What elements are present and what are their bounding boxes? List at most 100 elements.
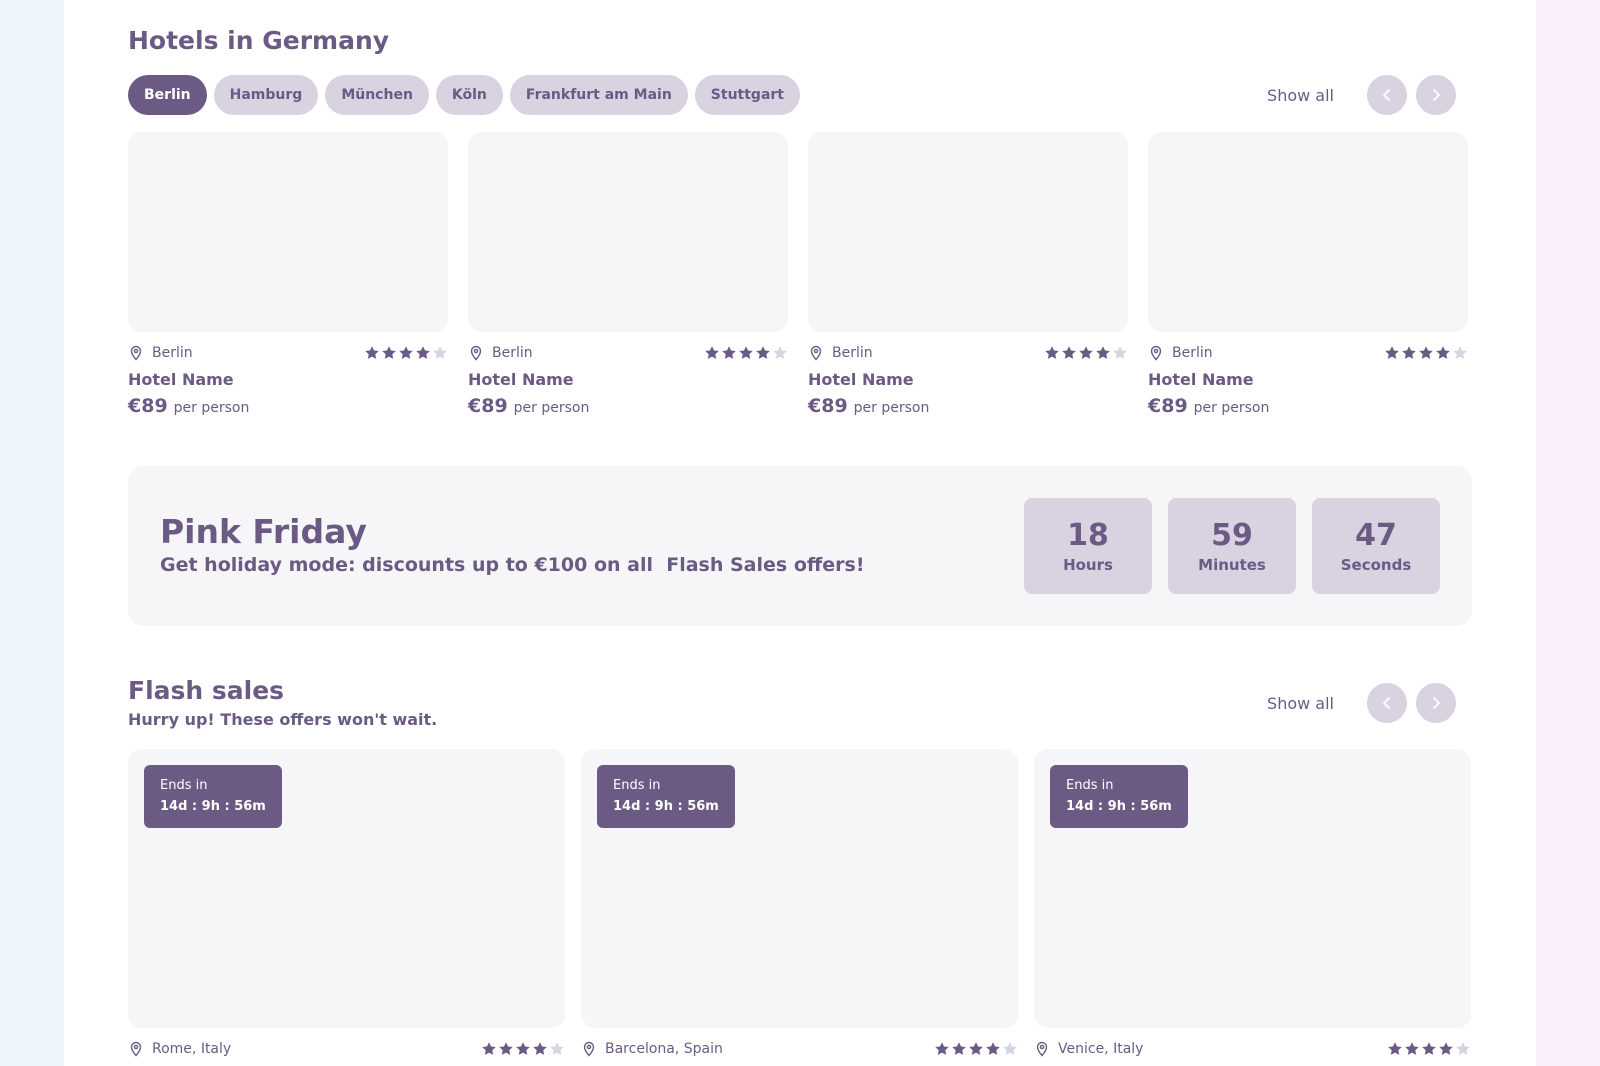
star-icon bbox=[969, 1042, 983, 1055]
ends-in-label: Ends in bbox=[160, 778, 208, 793]
flash-prev-button[interactable] bbox=[1367, 683, 1407, 723]
price-unit: per person bbox=[513, 400, 590, 416]
chevron-left-icon bbox=[1383, 697, 1390, 709]
star-icon bbox=[365, 346, 379, 359]
star-icon bbox=[1453, 346, 1467, 359]
star-rating bbox=[704, 345, 788, 361]
page: Hotels in Germany Berlin Hamburg München… bbox=[64, 0, 1536, 1066]
ends-in-time: 14d : 9h : 56m bbox=[613, 799, 719, 815]
flash-card[interactable]: Ends in 14d : 9h : 56m Rome, Italy bbox=[128, 749, 565, 1058]
star-icon bbox=[399, 346, 413, 359]
chevron-left-icon bbox=[1383, 89, 1390, 101]
hotel-card[interactable]: Berlin Hotel Name €89 per person bbox=[1148, 132, 1468, 417]
star-rating bbox=[481, 1041, 565, 1057]
flash-next-button[interactable] bbox=[1416, 683, 1456, 723]
city-chip-frankfurt[interactable]: Frankfurt am Main bbox=[509, 75, 688, 115]
hotel-card-list: Berlin Hotel Name €89 per person Berlin … bbox=[128, 132, 1468, 417]
location-pin-icon bbox=[810, 345, 822, 361]
star-icon bbox=[516, 1042, 530, 1055]
hotel-name: Hotel Name bbox=[808, 370, 914, 389]
hotels-prev-button[interactable] bbox=[1367, 75, 1407, 115]
star-icon bbox=[1096, 346, 1110, 359]
star-icon bbox=[1045, 346, 1059, 359]
promo-countdown: 18 Hours 59 Minutes 47 Seconds bbox=[1024, 498, 1440, 594]
star-icon bbox=[416, 346, 430, 359]
flash-card[interactable]: Ends in 14d : 9h : 56m Venice, Italy bbox=[1034, 749, 1471, 1058]
location-pin-icon bbox=[1150, 345, 1162, 361]
city-chip-berlin[interactable]: Berlin bbox=[128, 75, 207, 115]
flash-location: Barcelona, Spain bbox=[581, 1041, 723, 1057]
star-icon bbox=[773, 346, 787, 359]
countdown-value: 18 bbox=[1067, 517, 1109, 553]
star-rating bbox=[934, 1041, 1018, 1057]
hotel-price: €89 bbox=[468, 395, 508, 417]
flash-card[interactable]: Ends in 14d : 9h : 56m Barcelona, Spain bbox=[581, 749, 1018, 1058]
star-icon bbox=[1003, 1042, 1017, 1055]
countdown-hours: 18 Hours bbox=[1024, 498, 1152, 594]
hotel-card[interactable]: Berlin Hotel Name €89 per person bbox=[808, 132, 1128, 417]
star-rating bbox=[1384, 345, 1468, 361]
star-icon bbox=[1419, 346, 1433, 359]
hotel-price: €89 bbox=[128, 395, 168, 417]
location-pin-icon bbox=[583, 1041, 595, 1057]
flash-show-all-link[interactable]: Show all bbox=[1267, 694, 1334, 713]
star-icon bbox=[1439, 1042, 1453, 1055]
flash-location: Rome, Italy bbox=[128, 1041, 231, 1057]
star-icon bbox=[1079, 346, 1093, 359]
star-icon bbox=[705, 346, 719, 359]
hotel-price: €89 bbox=[1148, 395, 1188, 417]
price-unit: per person bbox=[1193, 400, 1270, 416]
star-icon bbox=[756, 346, 770, 359]
flash-card-list: Ends in 14d : 9h : 56m Rome, Italy Ends … bbox=[128, 749, 1471, 1058]
hotel-card[interactable]: Berlin Hotel Name €89 per person bbox=[128, 132, 448, 417]
star-icon bbox=[952, 1042, 966, 1055]
star-icon bbox=[433, 346, 447, 359]
hotel-location: Berlin bbox=[1148, 345, 1213, 361]
pink-friday-banner[interactable]: Pink Friday Get holiday mode: discounts … bbox=[128, 466, 1472, 626]
location-pin-icon bbox=[130, 345, 142, 361]
city-chip-hamburg[interactable]: Hamburg bbox=[213, 75, 319, 115]
star-rating bbox=[1044, 345, 1128, 361]
hotel-location: Berlin bbox=[808, 345, 873, 361]
ends-in-badge: Ends in 14d : 9h : 56m bbox=[1050, 765, 1188, 828]
star-icon bbox=[482, 1042, 496, 1055]
hotel-location: Berlin bbox=[468, 345, 533, 361]
flash-nav: Show all bbox=[1267, 683, 1456, 723]
countdown-label: Hours bbox=[1063, 555, 1113, 574]
hotel-name: Hotel Name bbox=[1148, 370, 1254, 389]
location-pin-icon bbox=[1036, 1041, 1048, 1057]
city-chip-munchen[interactable]: München bbox=[325, 75, 429, 115]
star-icon bbox=[739, 346, 753, 359]
star-icon bbox=[722, 346, 736, 359]
city-chip-stuttgart[interactable]: Stuttgart bbox=[694, 75, 800, 115]
location-pin-icon bbox=[130, 1041, 142, 1057]
flash-section-title: Flash sales bbox=[128, 676, 285, 705]
flash-image: Ends in 14d : 9h : 56m bbox=[1034, 749, 1471, 1028]
star-icon bbox=[1385, 346, 1399, 359]
star-icon bbox=[382, 346, 396, 359]
city-chip-koln[interactable]: Köln bbox=[435, 75, 503, 115]
flash-section-subtitle: Hurry up! These offers won't wait. bbox=[128, 710, 438, 729]
hotel-image bbox=[1148, 132, 1468, 332]
hotels-show-all-link[interactable]: Show all bbox=[1267, 86, 1334, 105]
ends-in-time: 14d : 9h : 56m bbox=[160, 799, 266, 815]
location-pin-icon bbox=[470, 345, 482, 361]
chevron-right-icon bbox=[1433, 89, 1440, 101]
star-rating bbox=[364, 345, 448, 361]
hotel-price: €89 bbox=[808, 395, 848, 417]
promo-title: Pink Friday bbox=[160, 512, 367, 551]
hotel-image bbox=[808, 132, 1128, 332]
promo-subtitle: Get holiday mode: discounts up to €100 o… bbox=[160, 554, 865, 576]
star-icon bbox=[499, 1042, 513, 1055]
price-unit: per person bbox=[173, 400, 250, 416]
countdown-value: 47 bbox=[1355, 517, 1397, 553]
countdown-seconds: 47 Seconds bbox=[1312, 498, 1440, 594]
price-unit: per person bbox=[853, 400, 930, 416]
hotel-image bbox=[128, 132, 448, 332]
hotels-next-button[interactable] bbox=[1416, 75, 1456, 115]
hotel-card[interactable]: Berlin Hotel Name €89 per person bbox=[468, 132, 788, 417]
hotel-location: Berlin bbox=[128, 345, 193, 361]
star-icon bbox=[1388, 1042, 1402, 1055]
star-rating bbox=[1387, 1041, 1471, 1057]
hotels-section-title: Hotels in Germany bbox=[128, 26, 390, 55]
